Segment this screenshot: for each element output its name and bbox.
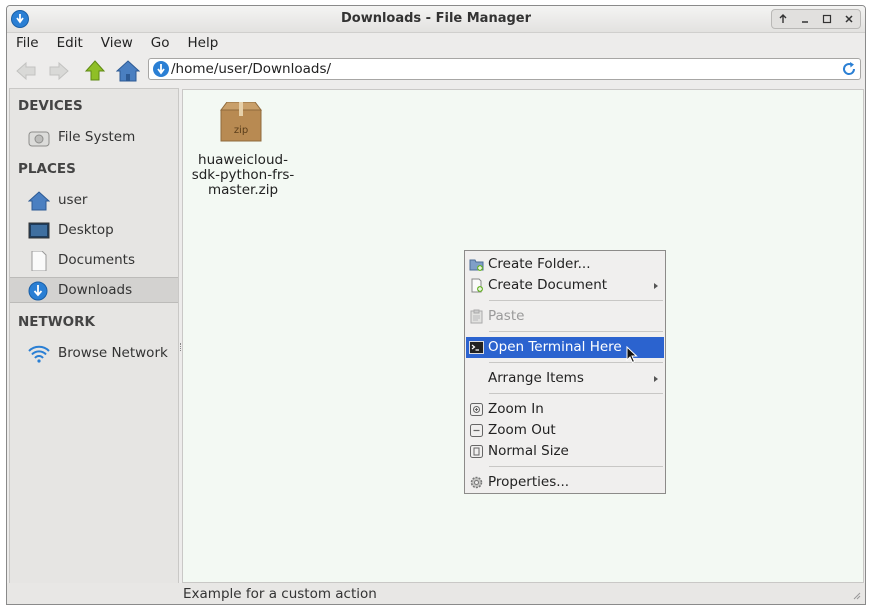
zoom-in-icon xyxy=(469,402,484,417)
menu-item-label: Properties... xyxy=(488,474,570,490)
file-name-line-2: sdk-python-frs- xyxy=(191,167,295,183)
menu-item-arrange-items[interactable]: Arrange Items xyxy=(466,368,664,389)
sidebar-item-browse-network[interactable]: Browse Network xyxy=(10,341,178,367)
sidebar-item-label: Downloads xyxy=(58,282,133,298)
menu-item-create-document[interactable]: Create Document xyxy=(466,275,664,296)
menu-item-normal-size[interactable]: Normal Size xyxy=(466,441,664,462)
parent-folder-button[interactable] xyxy=(83,59,107,83)
status-text: Example for a custom action xyxy=(183,586,377,602)
location-path: /home/user/Downloads/ xyxy=(171,61,332,77)
home-button[interactable] xyxy=(115,59,141,83)
sidebar-item-label: user xyxy=(58,192,88,208)
menu-item-label: Create Folder... xyxy=(488,256,591,272)
menu-separator xyxy=(489,331,663,332)
menu-item-zoom-in[interactable]: Zoom In xyxy=(466,399,664,420)
document-icon xyxy=(28,250,50,272)
resize-grip-icon xyxy=(853,592,861,600)
menu-item-properties[interactable]: Properties... xyxy=(466,472,664,493)
menu-item-label: Zoom Out xyxy=(488,422,556,438)
network-heading: NETWORK xyxy=(18,314,95,330)
menu-separator xyxy=(489,393,663,394)
archive-icon-label: zip xyxy=(234,125,248,136)
menu-bar: File Edit View Go Help xyxy=(7,32,865,54)
new-folder-icon xyxy=(469,257,484,272)
minimize-button[interactable] xyxy=(796,11,814,27)
submenu-arrow-icon xyxy=(654,376,658,382)
home-icon xyxy=(27,191,51,211)
close-button[interactable] xyxy=(840,11,858,27)
submenu-arrow-icon xyxy=(654,283,658,289)
downloads-icon xyxy=(28,281,50,301)
minimize-icon xyxy=(802,21,808,23)
close-icon xyxy=(845,15,853,23)
arrow-up-icon xyxy=(779,14,787,23)
file-name: huaweicloud- sdk-python-frs- master.zip xyxy=(191,153,295,198)
downloads-location-icon xyxy=(153,61,169,77)
mouse-pointer-icon xyxy=(626,345,638,364)
zoom-out-icon xyxy=(469,423,484,438)
sidebar-item-desktop[interactable]: Desktop xyxy=(10,218,178,244)
file-manager-window: Downloads - File Manager File Edit View … xyxy=(6,5,866,605)
new-document-icon xyxy=(469,278,484,293)
menu-item-paste[interactable]: Paste xyxy=(466,306,664,327)
menu-help[interactable]: Help xyxy=(179,32,228,54)
menu-view[interactable]: View xyxy=(92,32,142,54)
forward-button[interactable] xyxy=(47,59,71,83)
desktop-icon xyxy=(28,221,50,241)
sidebar-item-downloads[interactable]: Downloads xyxy=(10,277,178,303)
forward-arrow-icon xyxy=(49,61,69,81)
reload-button[interactable] xyxy=(841,61,857,77)
up-arrow-icon xyxy=(84,60,106,81)
raise-window-button[interactable] xyxy=(774,11,792,27)
menu-separator xyxy=(489,466,663,467)
sidebar-item-file-system[interactable]: File System xyxy=(10,125,178,151)
gear-icon xyxy=(469,475,484,490)
title-bar[interactable]: Downloads - File Manager xyxy=(7,6,865,33)
toolbar: /home/user/Downloads/ xyxy=(7,54,865,88)
menu-item-label: Paste xyxy=(488,308,525,324)
drive-icon xyxy=(28,128,50,148)
home-icon xyxy=(115,60,141,82)
context-menu: Create Folder... Create Document Paste O… xyxy=(464,250,666,494)
back-arrow-icon xyxy=(16,61,36,81)
devices-heading: DEVICES xyxy=(18,98,83,114)
menu-item-label: Normal Size xyxy=(488,443,569,459)
resize-grip[interactable] xyxy=(851,589,861,600)
menu-edit[interactable]: Edit xyxy=(48,32,92,54)
paste-icon xyxy=(469,309,484,324)
menu-item-zoom-out[interactable]: Zoom Out xyxy=(466,420,664,441)
menu-item-label: Create Document xyxy=(488,277,608,293)
maximize-icon xyxy=(822,14,832,24)
menu-item-label: Arrange Items xyxy=(488,370,584,386)
menu-go[interactable]: Go xyxy=(142,32,179,54)
file-name-line-1: huaweicloud- xyxy=(198,152,288,168)
window-title: Downloads - File Manager xyxy=(340,11,532,26)
window-controls xyxy=(771,9,861,29)
sidebar-item-label: File System xyxy=(58,129,136,145)
menu-separator xyxy=(489,300,663,301)
status-bar: Example for a custom action xyxy=(7,583,865,604)
menu-item-label: Zoom In xyxy=(488,401,544,417)
places-heading: PLACES xyxy=(18,161,76,177)
menu-item-create-folder[interactable]: Create Folder... xyxy=(466,254,664,275)
wifi-icon xyxy=(28,344,50,364)
menu-file[interactable]: File xyxy=(7,32,48,54)
sidebar-item-label: Browse Network xyxy=(58,345,168,361)
sidebar: DEVICES File System PLACES user Desktop … xyxy=(9,88,179,584)
terminal-icon xyxy=(469,340,484,355)
sidebar-item-label: Documents xyxy=(58,252,135,268)
zoom-original-icon xyxy=(469,444,484,459)
sidebar-item-documents[interactable]: Documents xyxy=(10,248,178,274)
reload-icon xyxy=(843,62,856,75)
archive-icon: zip xyxy=(219,101,263,142)
menu-item-label: Open Terminal Here xyxy=(488,339,622,355)
back-button[interactable] xyxy=(14,59,38,83)
location-bar[interactable]: /home/user/Downloads/ xyxy=(148,58,861,80)
sidebar-item-user[interactable]: user xyxy=(10,188,178,214)
file-name-line-3: master.zip xyxy=(207,182,279,198)
sidebar-item-label: Desktop xyxy=(58,222,114,238)
maximize-button[interactable] xyxy=(818,11,836,27)
